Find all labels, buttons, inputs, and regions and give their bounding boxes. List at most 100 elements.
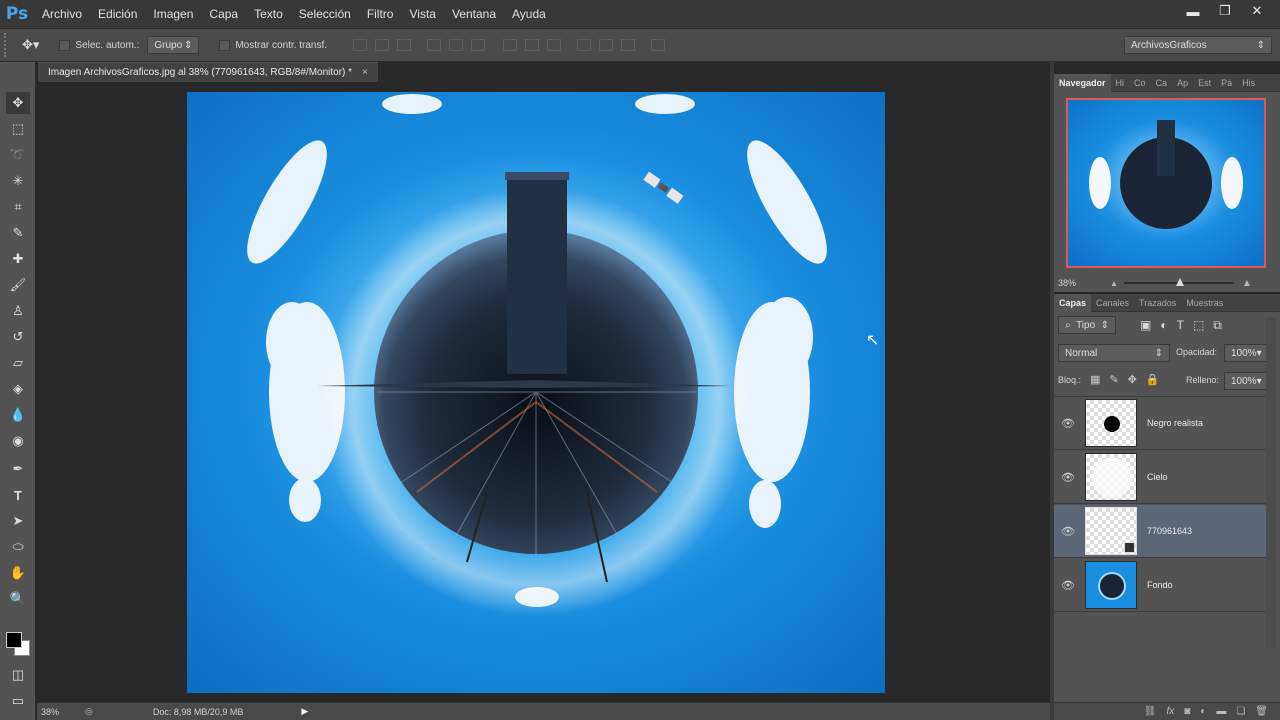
group-dropdown[interactable]: Grupo ⇕ (147, 36, 200, 54)
visibility-eye-icon[interactable]: 👁 (1054, 525, 1082, 538)
restore-button[interactable]: ❐ (1212, 2, 1238, 20)
tab-parrafo[interactable]: Pá (1216, 74, 1237, 92)
folder-icon[interactable]: ▬ (1216, 706, 1226, 717)
menu-edicion[interactable]: Edición (90, 0, 145, 28)
minimize-button[interactable]: ▬ (1180, 2, 1206, 20)
filter-adjustment-icon[interactable]: ◐ (1160, 318, 1167, 333)
layers-scrollbar[interactable] (1266, 318, 1276, 648)
eyedropper-tool-icon[interactable]: ✎ (6, 222, 30, 244)
fill-input[interactable]: 100% ▾ (1224, 372, 1268, 390)
mask-icon[interactable]: ◙ (1184, 706, 1190, 717)
tab-color[interactable]: Co (1129, 74, 1151, 92)
auto-select-checkbox[interactable]: Selec. autom.: (59, 39, 139, 51)
dodge-tool-icon[interactable]: ◉ (6, 430, 30, 452)
align-vcenter-icon[interactable] (375, 39, 390, 51)
ellipse-tool-icon[interactable]: ⬭ (6, 536, 30, 558)
options-grip[interactable] (4, 33, 14, 57)
zoom-out-icon[interactable]: ▲ (1110, 279, 1118, 288)
distribute-left-icon[interactable] (577, 39, 592, 51)
menu-filtro[interactable]: Filtro (359, 0, 402, 28)
menu-ventana[interactable]: Ventana (444, 0, 504, 28)
foreground-color-swatch[interactable] (6, 632, 22, 648)
document-canvas[interactable] (187, 92, 885, 693)
menu-seleccion[interactable]: Selección (291, 0, 359, 28)
menu-vista[interactable]: Vista (401, 0, 443, 28)
menu-texto[interactable]: Texto (246, 0, 291, 28)
auto-align-icon[interactable] (651, 39, 666, 51)
visibility-eye-icon[interactable]: 👁 (1054, 579, 1082, 592)
zoom-slider[interactable] (1123, 278, 1234, 286)
distribute-right-icon[interactable] (621, 39, 636, 51)
layer-row[interactable]: 👁 Cielo (1054, 451, 1266, 504)
align-hcenter-icon[interactable] (449, 39, 464, 51)
tab-historia[interactable]: His (1237, 74, 1260, 92)
tab-ajustes[interactable]: Ap (1172, 74, 1193, 92)
close-button[interactable]: ✕ (1244, 2, 1270, 20)
brush-tool-icon[interactable]: 🖌 (6, 274, 30, 296)
zoom-slider-handle[interactable] (1175, 278, 1184, 286)
close-tab-icon[interactable]: × (362, 67, 368, 78)
align-left-icon[interactable] (427, 39, 442, 51)
screen-mode-icon[interactable]: ▭ (6, 690, 30, 712)
opacity-input[interactable]: 100% ▾ (1224, 344, 1268, 362)
lasso-tool-icon[interactable]: ➰ (6, 144, 30, 166)
blur-tool-icon[interactable]: 💧 (6, 404, 30, 426)
tab-canales[interactable]: Canales (1091, 294, 1134, 312)
adjustment-icon[interactable]: ◐ (1200, 706, 1206, 717)
quick-mask-icon[interactable]: ◫ (6, 664, 30, 686)
distribute-vcenter-icon[interactable] (525, 39, 540, 51)
layer-row-selected[interactable]: 👁 770961643 (1054, 505, 1266, 558)
crop-tool-icon[interactable]: ⌗ (6, 196, 30, 218)
menu-archivo[interactable]: Archivo (34, 0, 90, 28)
visibility-eye-icon[interactable]: 👁 (1054, 417, 1082, 430)
move-tool-icon[interactable]: ✥ (6, 92, 30, 114)
filter-smartobject-icon[interactable]: ⧉ (1213, 318, 1222, 333)
document-tab[interactable]: Imagen ArchivosGraficos.jpg al 38% (7709… (38, 62, 378, 82)
link-icon[interactable]: ⛓ (1144, 706, 1157, 717)
tab-histograma[interactable]: Hi (1111, 74, 1130, 92)
lock-pixels-icon[interactable]: ✎ (1109, 373, 1118, 386)
tab-muestras[interactable]: Muestras (1181, 294, 1228, 312)
history-brush-tool-icon[interactable]: ↺ (6, 326, 30, 348)
align-right-icon[interactable] (471, 39, 486, 51)
auto-select-check[interactable] (59, 39, 71, 51)
zoom-tool-icon[interactable]: 🔍 (6, 588, 30, 610)
status-zoom[interactable]: 38% (41, 707, 59, 717)
workspace-dropdown[interactable]: ArchivosGraficos ⇕ (1124, 36, 1272, 54)
new-layer-icon[interactable]: ❏ (1236, 706, 1245, 717)
move-tool-preset-icon[interactable]: ✥▾ (22, 37, 39, 53)
tab-navegador[interactable]: Navegador (1054, 73, 1111, 92)
tab-estilos[interactable]: Est (1193, 74, 1216, 92)
zoom-in-icon[interactable]: ▲ (1242, 278, 1252, 289)
menu-imagen[interactable]: Imagen (145, 0, 201, 28)
menu-capa[interactable]: Capa (201, 0, 246, 28)
layer-row[interactable]: 👁 Fondo (1054, 559, 1266, 612)
filter-pixel-icon[interactable]: ▣ (1140, 318, 1151, 333)
visibility-eye-icon[interactable]: 👁 (1054, 471, 1082, 484)
menu-ayuda[interactable]: Ayuda (504, 0, 554, 28)
marquee-tool-icon[interactable]: ⬚ (6, 118, 30, 140)
lock-all-icon[interactable]: 🔒 (1146, 373, 1160, 386)
lock-transparent-icon[interactable]: ▦ (1090, 373, 1100, 386)
tab-trazados[interactable]: Trazados (1134, 294, 1181, 312)
status-share-icon[interactable]: ◎ (85, 706, 93, 717)
trash-icon[interactable]: 🗑 (1255, 706, 1268, 717)
healing-brush-tool-icon[interactable]: ✚ (6, 248, 30, 270)
layer-filter-dropdown[interactable]: ⌕ Tipo ⇕ (1058, 316, 1116, 334)
eraser-tool-icon[interactable]: ▱ (6, 352, 30, 374)
distribute-top-icon[interactable] (503, 39, 518, 51)
path-selection-tool-icon[interactable]: ➤ (6, 510, 30, 532)
pen-tool-icon[interactable]: ✒ (6, 458, 30, 480)
magic-wand-tool-icon[interactable]: ✳ (6, 170, 30, 192)
clone-stamp-tool-icon[interactable]: ♙ (6, 300, 30, 322)
tab-capas[interactable]: Capas (1054, 293, 1092, 312)
status-arrow-icon[interactable]: ▶ (301, 706, 308, 717)
navigator-zoom-value[interactable]: 38% (1058, 278, 1076, 288)
filter-type-icon[interactable]: T (1177, 318, 1184, 333)
blend-mode-dropdown[interactable]: Normal ⇕ (1058, 344, 1170, 362)
filter-shape-icon[interactable]: ⬚ (1193, 318, 1204, 333)
align-bottom-icon[interactable] (397, 39, 412, 51)
hand-tool-icon[interactable]: ✋ (6, 562, 30, 584)
distribute-hcenter-icon[interactable] (599, 39, 614, 51)
type-tool-icon[interactable]: T (6, 484, 30, 506)
